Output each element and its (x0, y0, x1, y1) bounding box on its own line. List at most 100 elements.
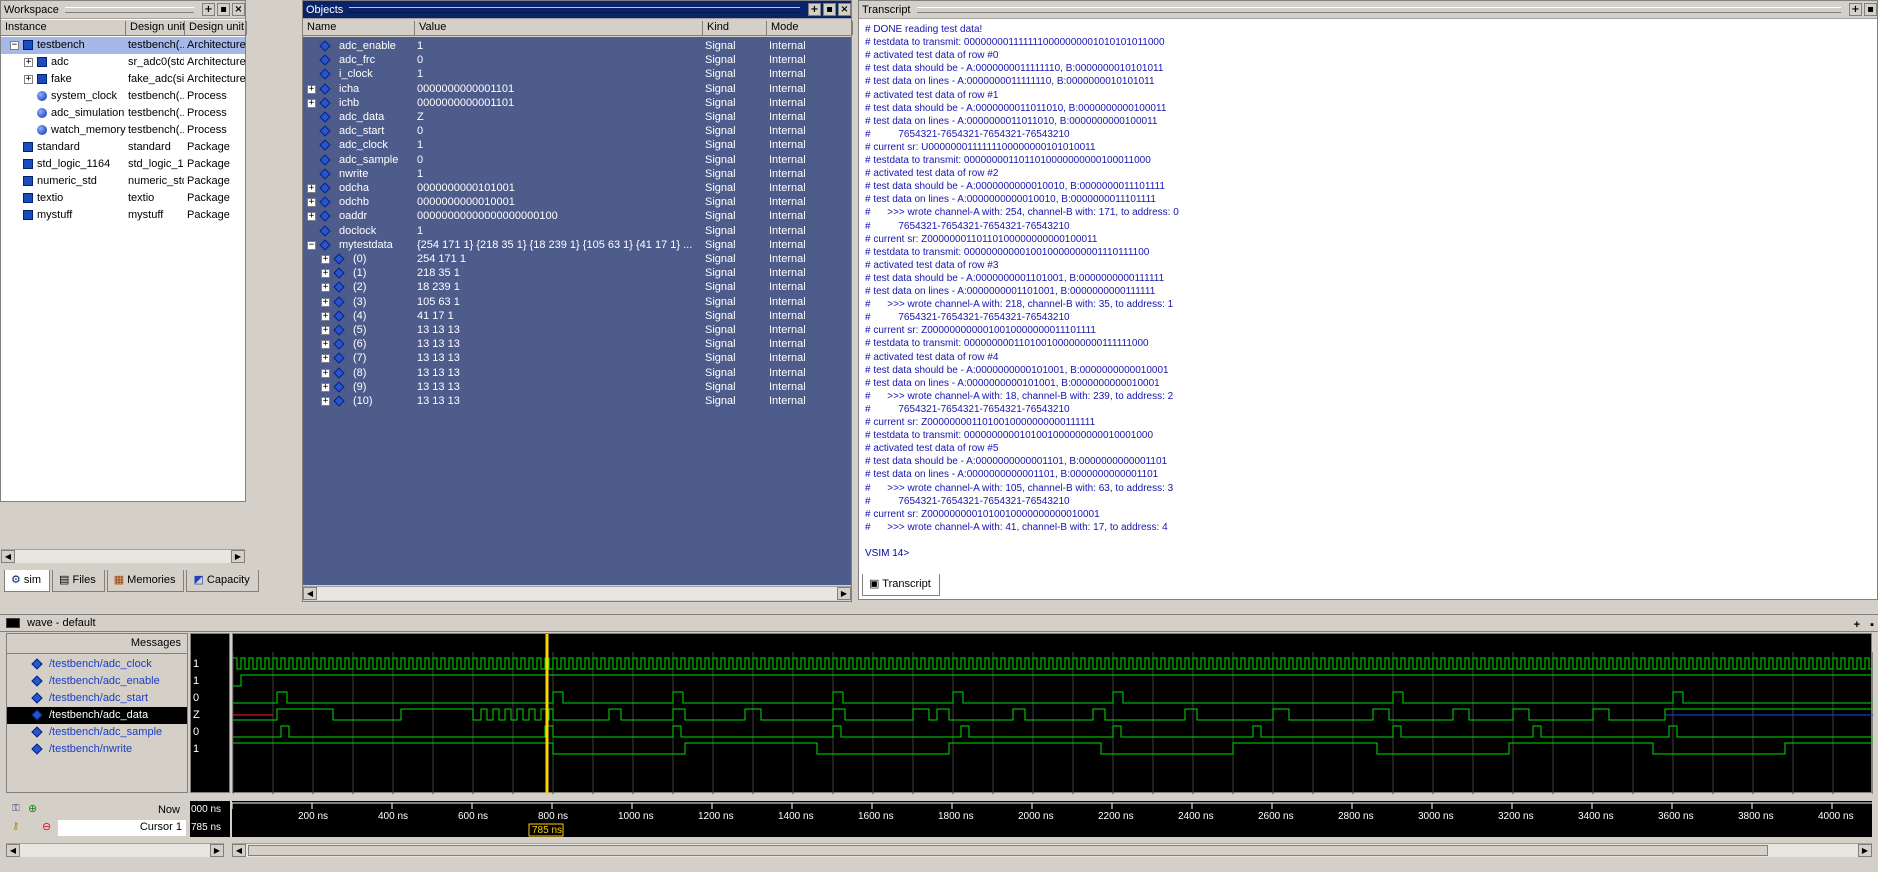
transcript-grip[interactable] (916, 6, 1841, 13)
scroll-thumb[interactable] (248, 845, 1768, 856)
tab-memories[interactable]: ▦ Memories (106, 570, 185, 592)
object-row[interactable]: adc_start 0 Signal Internal (303, 124, 851, 138)
objects-hscrollbar[interactable]: ◀ ▶ (303, 586, 851, 600)
workspace-row[interactable]: watch_memory testbench(... Process (1, 122, 245, 139)
undock-icon[interactable]: ▪ (217, 3, 230, 16)
undock-icon[interactable]: ▪ (823, 3, 836, 16)
expand-icon[interactable]: + (307, 84, 316, 94)
wave-time-scrollbar[interactable]: ◀ ▶ (232, 843, 1872, 857)
workspace-row[interactable]: textio textio Package (1, 190, 245, 207)
collapse-icon[interactable]: − (307, 240, 316, 250)
object-row[interactable]: + (7) 13 13 13 Signal Internal (303, 351, 851, 365)
expand-icon[interactable]: + (307, 198, 316, 208)
object-row[interactable]: + (4) 41 17 1 Signal Internal (303, 309, 851, 323)
expand-icon[interactable]: + (307, 184, 316, 193)
time-axis[interactable]: ns200 ns400 ns600 ns800 ns1000 ns1200 ns… (232, 801, 1872, 837)
collapse-icon[interactable]: − (10, 41, 19, 50)
expand-icon[interactable]: + (321, 397, 330, 406)
workspace-row[interactable]: − testbench testbench(... Architecture (1, 37, 246, 54)
scroll-left-icon[interactable]: ◀ (6, 844, 20, 857)
wave-signal-row[interactable]: /testbench/adc_data (7, 707, 187, 724)
waveform-canvas[interactable] (233, 634, 1873, 794)
transcript-output[interactable]: # DONE reading test data! # testdata to t… (859, 21, 1877, 569)
object-row[interactable]: adc_clock 1 Signal Internal (303, 138, 851, 152)
object-row[interactable]: doclock 1 Signal Internal (303, 224, 851, 238)
workspace-row[interactable]: system_clock testbench(... Process (1, 88, 245, 105)
tab-transcript[interactable]: ▣ Transcript (862, 574, 940, 596)
workspace-row[interactable]: standard standard Package (1, 139, 245, 156)
workspace-row[interactable]: + fake fake_adc(si...Architecture (1, 71, 246, 88)
expand-icon[interactable]: + (321, 368, 330, 378)
objects-grip[interactable] (349, 6, 800, 13)
expand-icon[interactable]: + (321, 326, 330, 335)
object-row[interactable]: adc_frc 0 Signal Internal (303, 53, 851, 67)
expand-icon[interactable]: + (321, 382, 330, 392)
transcript-titlebar[interactable]: Transcript + ▪ (859, 1, 1877, 19)
expand-icon[interactable]: + (321, 311, 330, 321)
wave-titlebar[interactable]: wave - default + ▪ (0, 614, 1878, 632)
object-row[interactable]: adc_data Z Signal Internal (303, 110, 851, 124)
workspace-hscrollbar[interactable]: ◀ ▶ (1, 549, 245, 563)
expand-icon[interactable]: + (321, 340, 330, 350)
workspace-grip[interactable] (64, 6, 194, 13)
expand-icon[interactable]: + (321, 283, 330, 293)
object-row[interactable]: + oaddr 00000000000000000000100 Signal Inter… (303, 209, 851, 223)
object-row[interactable]: + ichb 0000000000001101 Signal Internal (303, 96, 851, 110)
object-row[interactable]: + (8) 13 13 13 Signal Internal (303, 366, 851, 380)
close-icon[interactable]: × (838, 3, 851, 16)
object-row[interactable]: + (3) 105 63 1 Signal Internal (303, 295, 851, 309)
scroll-right-icon[interactable]: ▶ (837, 587, 851, 600)
expand-icon[interactable]: + (321, 297, 330, 307)
object-row[interactable]: adc_sample 0 Signal Internal (303, 153, 851, 167)
workspace-row[interactable]: + adc sr_adc0(std) Architecture (1, 54, 246, 71)
column-value[interactable]: Value (415, 21, 703, 35)
dock-icon[interactable]: + (1849, 3, 1862, 16)
object-row[interactable]: + odchb 0000000000010001 Signal Internal (303, 195, 851, 209)
wave-signal-row[interactable]: /testbench/adc_sample (7, 724, 187, 741)
lock-icon[interactable]: ⚿ (12, 803, 20, 814)
scroll-right-icon[interactable]: ▶ (1858, 844, 1872, 857)
wave-signal-row[interactable]: /testbench/nwrite (7, 741, 187, 758)
object-row[interactable]: i_clock 1 Signal Internal (303, 67, 851, 81)
column-name[interactable]: Name (303, 21, 415, 35)
objects-titlebar[interactable]: Objects + ▪ × (303, 1, 851, 19)
expand-icon[interactable]: + (24, 75, 33, 84)
expand-icon[interactable]: + (321, 354, 330, 364)
tab-capacity[interactable]: ◩ Capacity (186, 570, 259, 592)
column-instance[interactable]: Instance (1, 21, 126, 35)
column-design-unit[interactable]: Design unit (126, 21, 185, 35)
wave-names-scrollbar[interactable]: ◀ ▶ (6, 843, 224, 857)
object-row[interactable]: − mytestdata {254 171 1} {218 35 1} {18 23… (303, 238, 851, 252)
workspace-row[interactable]: adc_simulation testbench(... Process (1, 105, 245, 122)
object-row[interactable]: + (2) 18 239 1 Signal Internal (303, 280, 851, 294)
object-row[interactable]: + (6) 13 13 13 Signal Internal (303, 337, 851, 351)
waveform-area[interactable] (232, 633, 1873, 794)
cursor-lock-icon[interactable]: ⚷ (12, 821, 19, 832)
object-row[interactable]: + (0) 254 171 1 Signal Internal (303, 252, 851, 266)
expand-icon[interactable]: + (321, 269, 330, 279)
object-row[interactable]: + (9) 13 13 13 Signal Internal (303, 380, 851, 394)
scroll-left-icon[interactable]: ◀ (303, 587, 317, 600)
expand-icon[interactable]: + (321, 255, 330, 264)
add-cursor-icon[interactable]: ⊕ (28, 802, 37, 815)
tab-files[interactable]: ▤ Files (52, 570, 105, 592)
object-row[interactable]: + (5) 13 13 13 Signal Internal (303, 323, 851, 337)
scroll-left-icon[interactable]: ◀ (1, 550, 15, 563)
scroll-left-icon[interactable]: ◀ (232, 844, 246, 857)
close-icon[interactable]: × (232, 3, 245, 16)
object-row[interactable]: + icha 0000000000001101 Signal Internal (303, 82, 851, 96)
time-axis-canvas[interactable]: ns200 ns400 ns600 ns800 ns1000 ns1200 ns… (232, 801, 1872, 837)
workspace-row[interactable]: std_logic_1164 std_logic_1...Package (1, 156, 245, 173)
wave-signal-row[interactable]: /testbench/adc_start (7, 690, 187, 707)
object-row[interactable]: adc_enable 1 Signal Internal (303, 39, 851, 53)
scroll-right-icon[interactable]: ▶ (210, 844, 224, 857)
object-row[interactable]: nwrite 1 Signal Internal (303, 167, 851, 181)
column-mode[interactable]: Mode (767, 21, 853, 35)
tab-sim[interactable]: ⚙ sim (4, 570, 51, 592)
dock-icon[interactable]: + (1854, 617, 1860, 633)
scroll-right-icon[interactable]: ▶ (231, 550, 245, 563)
dock-icon[interactable]: + (808, 3, 821, 16)
expand-icon[interactable]: + (307, 98, 316, 108)
dock-icon[interactable]: + (202, 3, 215, 16)
workspace-titlebar[interactable]: Workspace + ▪ × (1, 1, 245, 19)
